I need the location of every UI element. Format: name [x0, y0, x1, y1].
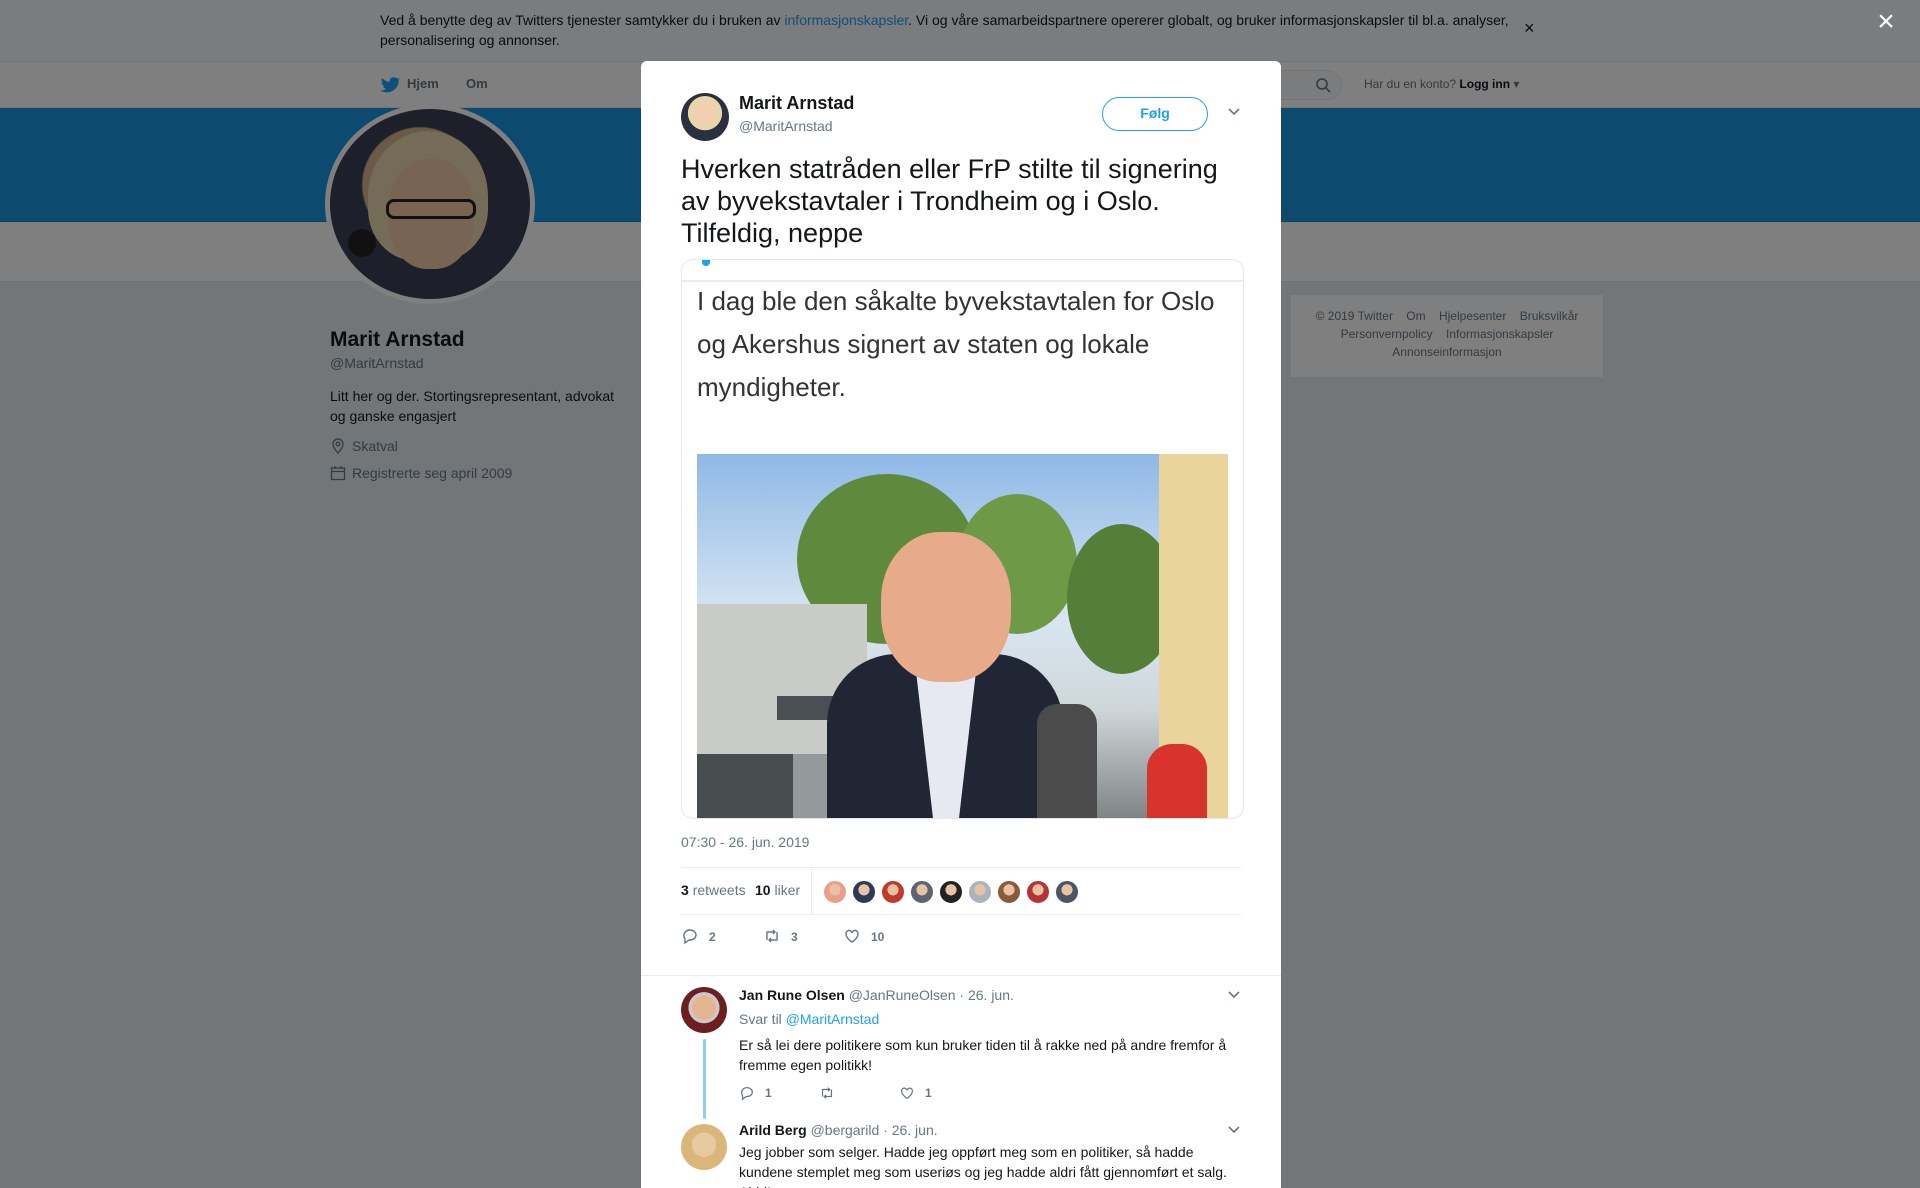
retweets-stat[interactable]: 3 retweets [681, 882, 746, 898]
tweet-actions: 2 3 10 [681, 923, 1241, 951]
reply-date[interactable]: · 26. jun. [883, 1122, 937, 1138]
reply-action[interactable]: 2 [681, 927, 716, 945]
tweet-author-handle[interactable]: @MaritArnstad [739, 118, 833, 134]
reply-action[interactable]: 1 [739, 1085, 772, 1101]
reply-header: Jan Rune Olsen @JanRuneOlsen · 26. jun. [739, 987, 1014, 1003]
reply-author-name[interactable]: Jan Rune Olsen [739, 987, 845, 1003]
reply-author-handle[interactable]: @JanRuneOlsen [849, 987, 956, 1003]
liker-avatar[interactable] [881, 880, 905, 904]
retweet-icon [766, 929, 778, 943]
reply-header: Arild Berg @bergarild · 26. jun. [739, 1122, 938, 1138]
tweet-text: Hverken statråden eller FrP stilte til s… [681, 154, 1218, 248]
liker-avatar[interactable] [939, 880, 963, 904]
tweet-author-avatar[interactable] [681, 93, 729, 141]
reply-author-handle[interactable]: @bergarild [811, 1122, 880, 1138]
chevron-down-icon[interactable] [1227, 107, 1241, 117]
reply-reply-count: 1 [765, 1086, 772, 1100]
likes-stat[interactable]: 10 liker [755, 882, 800, 898]
reply-actions: 1 1 [739, 1085, 1039, 1105]
media-caption: I dag ble den såkalte byvekstavtalen for… [697, 286, 1215, 402]
reply-avatar[interactable] [681, 987, 727, 1033]
like-count: 10 [871, 930, 885, 944]
retweet-icon [821, 1087, 833, 1099]
liker-avatar[interactable] [910, 880, 934, 904]
divider [641, 966, 1281, 976]
likes-count: 10 [755, 882, 771, 898]
reply-like-count: 1 [925, 1086, 932, 1100]
follow-button[interactable]: Følg [1102, 97, 1208, 131]
like-action[interactable]: 1 [899, 1085, 932, 1101]
retweet-action[interactable]: 3 [763, 927, 798, 945]
retweets-count: 3 [681, 882, 689, 898]
reply-author-name[interactable]: Arild Berg [739, 1122, 807, 1138]
reply-to-link[interactable]: @MaritArnstad [786, 1011, 880, 1027]
liker-avatar[interactable] [852, 880, 876, 904]
likes-label: liker [774, 882, 801, 898]
reply-item[interactable]: Arild Berg @bergarild · 26. jun. Jeg job… [681, 1122, 1241, 1188]
reply-date[interactable]: · 26. jun. [959, 987, 1013, 1003]
tweet-timestamp[interactable]: 07:30 - 26. jun. 2019 [681, 834, 809, 850]
thread-line [703, 1039, 706, 1119]
liker-avatar[interactable] [997, 880, 1021, 904]
retweet-count: 3 [791, 930, 798, 944]
reply-text: Jeg jobber som selger. Hadde jeg oppført… [739, 1144, 1227, 1188]
retweet-action[interactable] [819, 1085, 845, 1101]
liker-avatar[interactable] [1026, 880, 1050, 904]
tweet-media[interactable]: I dag ble den såkalte byvekstavtalen for… [681, 259, 1244, 819]
reply-avatar[interactable] [681, 1124, 727, 1170]
reply-to: Svar til @MaritArnstad [739, 1011, 879, 1027]
reply-text: Er så lei dere politikere som kun bruker… [739, 1037, 1227, 1073]
retweets-label: retweets [692, 882, 746, 898]
chevron-down-icon[interactable] [1228, 1126, 1240, 1134]
chevron-down-icon[interactable] [1228, 991, 1240, 999]
reply-icon [683, 929, 697, 945]
close-icon[interactable]: × [1874, 7, 1898, 37]
tweet-stats: 3 retweets 10 liker [681, 867, 1241, 915]
like-action[interactable]: 10 [843, 927, 884, 945]
reply-icon [740, 1087, 753, 1101]
reply-to-label: Svar til [739, 1011, 782, 1027]
heart-icon [845, 929, 859, 943]
liker-avatar[interactable] [823, 880, 847, 904]
tweet-photo[interactable] [697, 454, 1228, 818]
tweet-modal: Marit Arnstad @MaritArnstad Følg Hverken… [641, 61, 1281, 1188]
tweet-author-name[interactable]: Marit Arnstad [739, 93, 854, 114]
liker-avatar[interactable] [968, 880, 992, 904]
liker-avatar[interactable] [1055, 880, 1079, 904]
reply-count: 2 [709, 930, 716, 944]
media-top-bar [682, 260, 1243, 282]
heart-icon [901, 1087, 913, 1100]
